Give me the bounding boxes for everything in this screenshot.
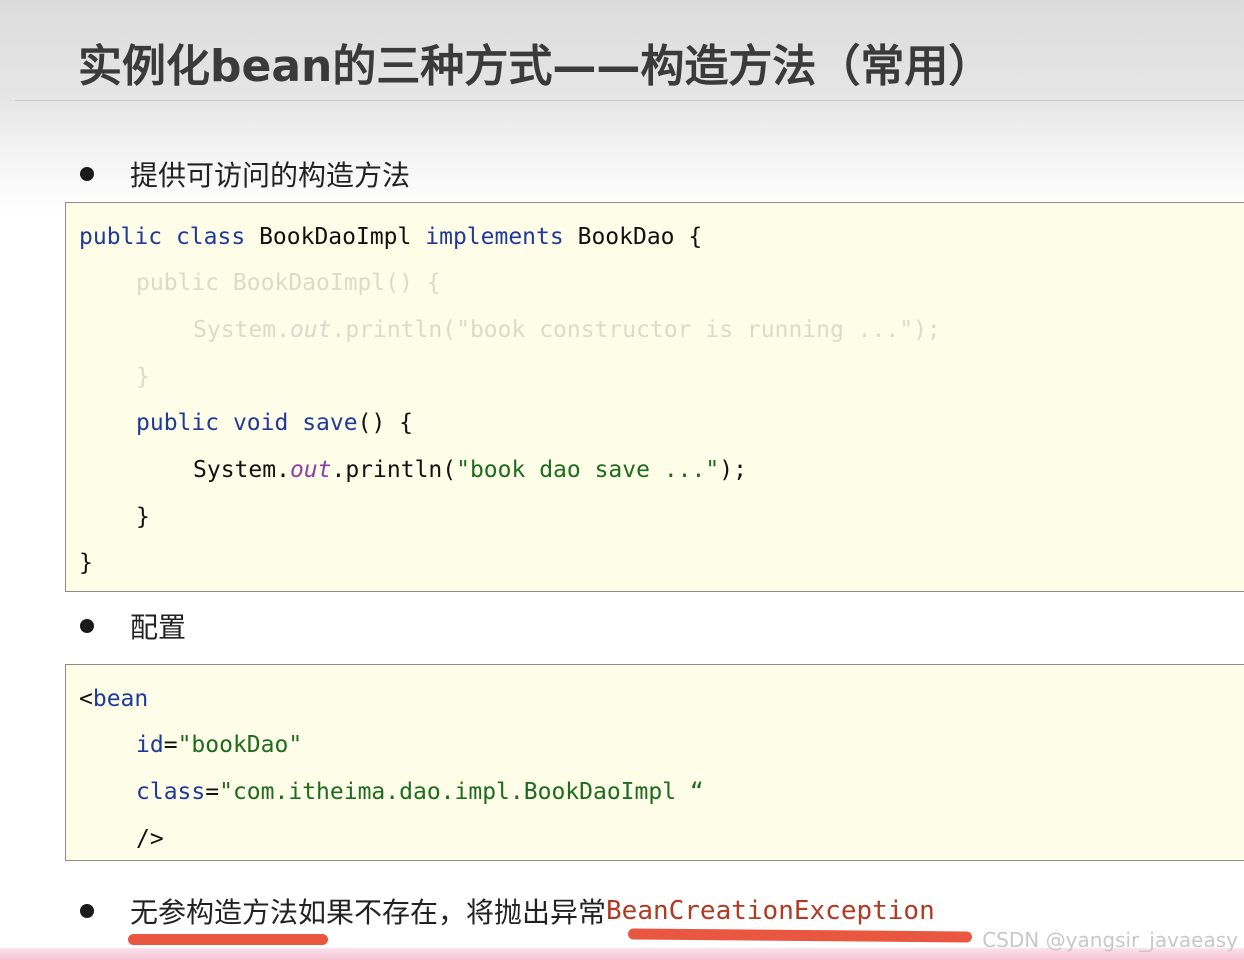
highlight-scribble-right [627,928,973,943]
exception-name: BeanCreationException [606,896,935,926]
highlight-scribble-left [128,934,328,945]
code-line-constructor-print-faded: System.out.println("book constructor is … [193,317,941,343]
bullet-dot-icon [80,904,94,918]
code-line-save-print: System.out.println("book dao save ..."); [193,457,747,483]
bullet-accessible-constructor: 提供可访问的构造方法 [80,154,410,194]
xml-line-class-attr: class="com.itheima.dao.impl.BookDaoImpl … [136,779,704,805]
bullet-text: 配置 [130,611,187,644]
xml-line-bean-open: <bean [79,686,149,712]
code-line-save-close: } [136,504,150,530]
title-divider [15,100,1244,101]
watermark: CSDN @yangsir_javaeasy [982,928,1238,952]
xml-config-block: <bean id="bookDao" class="com.itheima.da… [65,664,1244,861]
xml-line-bean-close: /> [136,826,164,852]
code-line-class-decl: public class BookDaoImpl implements Book… [79,224,703,250]
bullet-configuration: 配置 [80,606,186,646]
code-line-class-close: } [79,550,93,576]
slide-title: 实例化bean的三种方式——构造方法（常用） [78,41,993,92]
code-line-save-method: public void save() { [136,410,413,436]
xml-line-id-attr: id="bookDao" [136,732,303,758]
bullet-dot-icon [80,167,94,181]
bullet-dot-icon [80,619,94,633]
code-line-constructor-close-faded: } [136,364,150,390]
bullet-text: 无参构造方法如果不存在，将抛出异常 [130,896,607,929]
code-line-constructor-faded: public BookDaoImpl() { [136,270,441,296]
java-code-block: public class BookDaoImpl implements Book… [65,202,1244,592]
bullet-text: 提供可访问的构造方法 [130,159,411,192]
bullet-exception-note: 无参构造方法如果不存在，将抛出异常 BeanCreationException [80,891,935,931]
